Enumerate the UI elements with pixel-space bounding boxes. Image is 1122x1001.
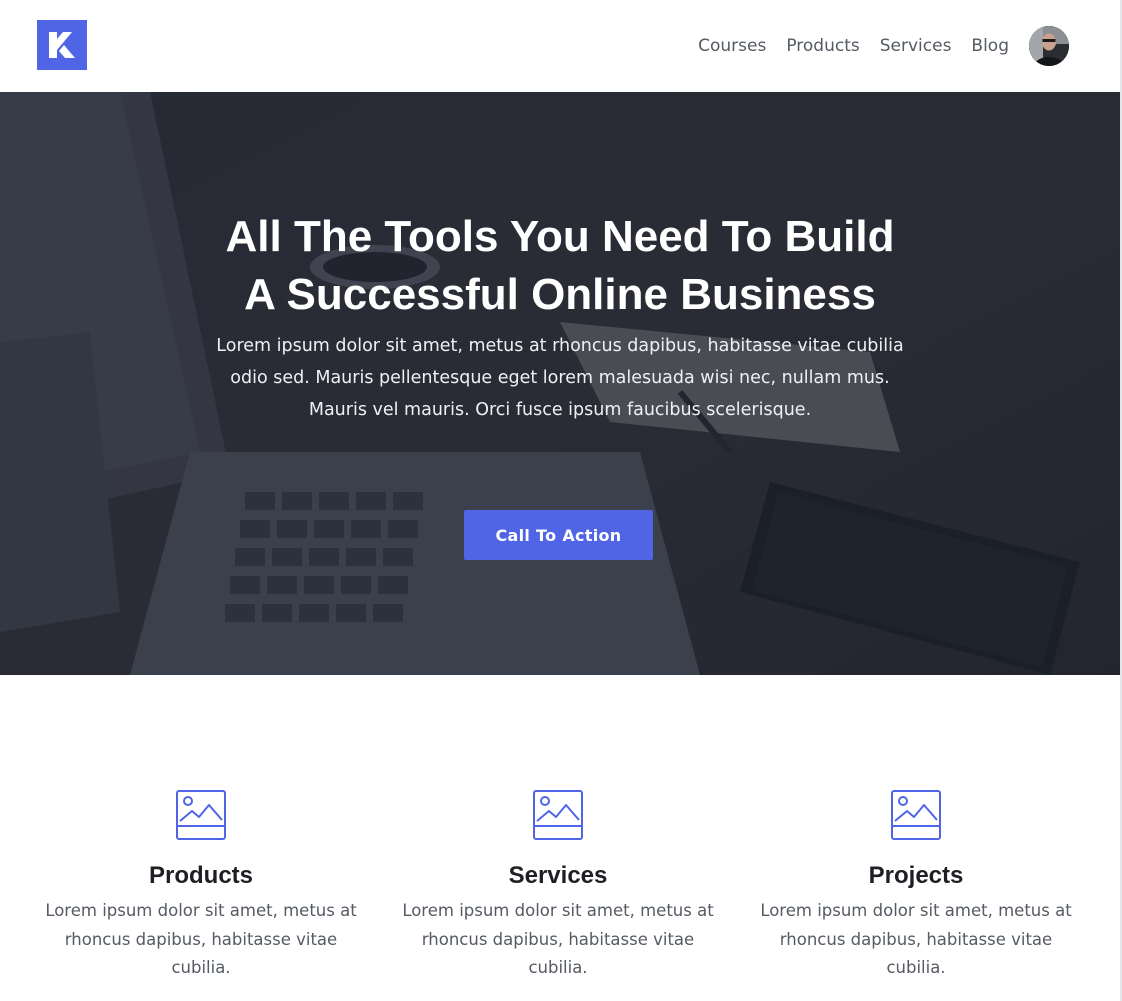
feature-title: Products (148, 862, 253, 889)
site-header: Courses Products Services Blog (0, 0, 1120, 92)
hero-title-line-1: All The Tools You Need To Build (225, 212, 895, 261)
feature-description: Lorem ipsum dolor sit amet, metus at rho… (402, 901, 714, 977)
hero-title: All The Tools You Need To Build A Succes… (160, 208, 960, 324)
image-icon (532, 789, 584, 841)
site-logo-icon[interactable] (37, 20, 87, 70)
nav-link-blog[interactable]: Blog (971, 36, 1009, 56)
call-to-action-button[interactable]: Call To Action (464, 510, 653, 560)
hero-section: All The Tools You Need To Build A Succes… (0, 92, 1120, 675)
k-logo-icon (37, 20, 87, 70)
hero-title-line-2: A Successful Online Business (244, 270, 876, 319)
feature-description: Lorem ipsum dolor sit amet, metus at rho… (45, 901, 357, 977)
nav-link-courses[interactable]: Courses (698, 36, 766, 56)
feature-description: Lorem ipsum dolor sit amet, metus at rho… (760, 901, 1072, 977)
features-section: Products Lorem ipsum dolor sit amet, met… (0, 675, 1120, 1001)
feature-title: Projects (868, 862, 964, 889)
main-nav: Courses Products Services Blog (678, 25, 1069, 67)
feature-products: Products Lorem ipsum dolor sit amet, met… (36, 789, 366, 983)
hero-description: Lorem ipsum dolor sit amet, metus at rho… (216, 336, 904, 420)
user-avatar-icon (1029, 26, 1069, 66)
image-icon (890, 789, 942, 841)
feature-services: Services Lorem ipsum dolor sit amet, met… (393, 789, 723, 983)
feature-title: Services (508, 862, 608, 889)
nav-link-products[interactable]: Products (786, 36, 859, 56)
image-icon (175, 789, 227, 841)
landing-page: Courses Products Services Blog All The T… (0, 0, 1122, 1001)
feature-projects: Projects Lorem ipsum dolor sit amet, met… (751, 789, 1081, 983)
nav-link-services[interactable]: Services (880, 36, 952, 56)
user-avatar[interactable] (1029, 26, 1069, 66)
